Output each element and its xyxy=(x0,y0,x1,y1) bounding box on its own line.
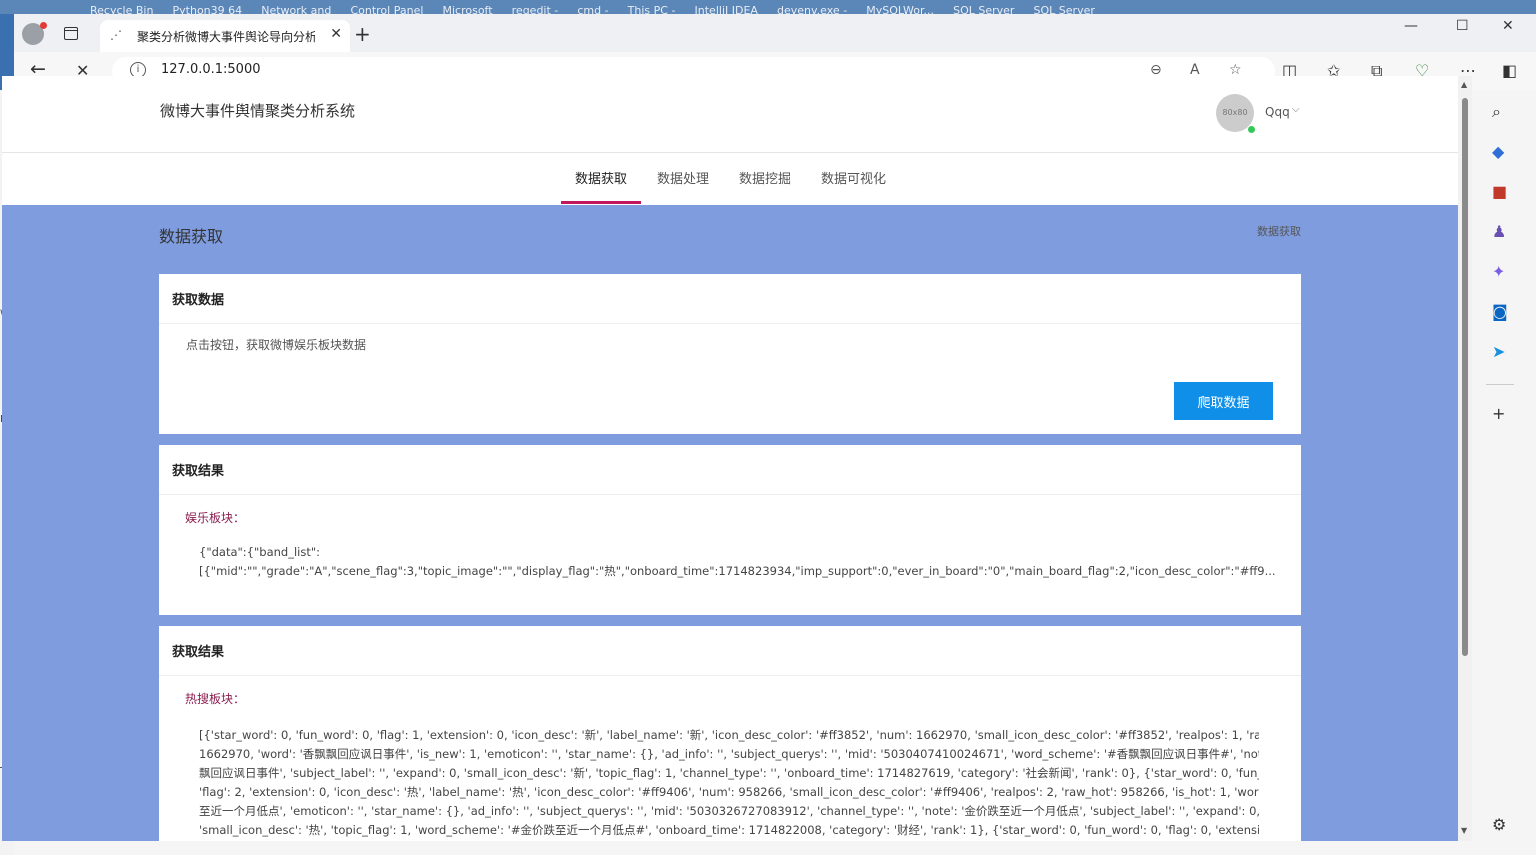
online-status-icon xyxy=(1247,125,1256,134)
card-title: 获取结果 xyxy=(172,645,225,660)
sidebar-toggle-icon[interactable]: ◧ xyxy=(1502,61,1517,80)
card-title: 获取结果 xyxy=(172,464,225,479)
tab-bar: ⋰ 聚类分析微博大事件舆论导向分析 ✕ + — ☐ ✕ xyxy=(14,14,1536,52)
result-line: 至近一个月低点', 'emoticon': '', 'star_name': {… xyxy=(199,804,1259,818)
add-icon[interactable]: + xyxy=(1492,404,1505,423)
active-nav-indicator xyxy=(561,201,641,204)
scroll-thumb[interactable] xyxy=(1462,98,1468,656)
result-text: {"data":{"band_list": [{"mid":"","grade"… xyxy=(199,543,1276,581)
username[interactable]: Qqq xyxy=(1265,105,1290,119)
desktop-taskbar-strip: Recycle Bin Python39 64 Network and Cont… xyxy=(0,0,1536,14)
result-line: [{'star_word': 0, 'fun_word': 0, 'flag':… xyxy=(199,728,1259,742)
url-text[interactable]: 127.0.0.1:5000 xyxy=(161,62,261,77)
entertainment-result-card: 获取结果 娱乐板块： {"data":{"band_list": [{"mid"… xyxy=(159,445,1301,615)
notification-dot-icon xyxy=(40,22,47,29)
sidebar-divider xyxy=(1486,384,1514,385)
search-icon[interactable]: ⌕ xyxy=(1492,102,1501,122)
fetch-data-card: 获取数据 点击按钮，获取微博娱乐板块数据 爬取数据 xyxy=(159,274,1301,434)
card-header xyxy=(159,274,1301,324)
card-title: 获取数据 xyxy=(172,293,225,308)
result-line: 飘回应讽日事件', 'subject_label': '', 'expand':… xyxy=(199,766,1259,780)
main-nav: 数据获取 数据处理 数据挖掘 数据可视化 xyxy=(2,153,1458,205)
desktop-item[interactable]: Recycle Bin xyxy=(90,4,153,14)
hot-search-result-card: 获取结果 热搜板块： [{'star_word': 0, 'fun_word':… xyxy=(159,626,1301,841)
desktop-item[interactable]: Control Panel xyxy=(350,4,423,14)
copilot-icon[interactable]: ✦ xyxy=(1492,262,1505,281)
nav-data-acquisition[interactable]: 数据获取 xyxy=(575,168,627,187)
desktop-item[interactable]: SQL Server xyxy=(1034,4,1095,14)
close-tab-icon[interactable]: ✕ xyxy=(330,26,342,42)
site-title: 微博大事件舆情聚类分析系统 xyxy=(160,102,356,120)
card-header xyxy=(159,445,1301,495)
desktop-item[interactable]: Microsoft xyxy=(442,4,492,14)
close-window-button[interactable]: ✕ xyxy=(1502,18,1514,34)
tab-actions-icon[interactable] xyxy=(64,27,78,40)
section-label: 热搜板块： xyxy=(185,692,246,706)
chevron-down-icon[interactable]: ⌵ xyxy=(1292,104,1300,115)
settings-gear-icon[interactable]: ⚙ xyxy=(1492,815,1506,834)
edge-sidebar: ⌕ ◆ ■ ♟ ✦ ◙ ➤ + ⚙ xyxy=(1478,90,1522,855)
crawl-data-button[interactable]: 爬取数据 xyxy=(1174,382,1273,420)
result-text: [{'star_word': 0, 'fun_word': 0, 'flag':… xyxy=(199,726,1259,840)
card-header xyxy=(159,626,1301,676)
breadcrumb[interactable]: 数据获取 xyxy=(1257,223,1301,239)
scroll-up-icon[interactable]: ▲ xyxy=(1461,80,1467,89)
result-line: 'flag': 2, 'extension': 0, 'icon_desc': … xyxy=(199,785,1259,799)
page-title: 数据获取 xyxy=(159,227,224,246)
desktop-item[interactable]: cmd - xyxy=(577,4,608,14)
send-icon[interactable]: ➤ xyxy=(1492,342,1505,361)
desktop-item[interactable]: This PC - xyxy=(628,4,676,14)
result-line: [{"mid":"","grade":"A","scene_flag":3,"t… xyxy=(199,564,1276,578)
shopping-tag-icon[interactable]: ◆ xyxy=(1492,142,1504,161)
maximize-button[interactable]: ☐ xyxy=(1456,18,1469,34)
active-tab[interactable]: ⋰ 聚类分析微博大事件舆论导向分析 ✕ xyxy=(100,20,350,52)
nav-data-mining[interactable]: 数据挖掘 xyxy=(739,168,791,187)
scroll-down-icon[interactable]: ▼ xyxy=(1461,826,1467,835)
new-tab-icon[interactable]: + xyxy=(354,22,371,46)
tools-icon[interactable]: ■ xyxy=(1492,182,1507,201)
desktop-item[interactable]: regedit - xyxy=(512,4,559,14)
site-header: 微博大事件舆情聚类分析系统 80x80 Qqq ⌵ xyxy=(2,76,1458,153)
minimize-button[interactable]: — xyxy=(1404,18,1418,34)
games-icon[interactable]: ♟ xyxy=(1492,222,1506,241)
section-label: 娱乐板块： xyxy=(185,511,246,525)
desktop-item[interactable]: Network and xyxy=(261,4,331,14)
spinner-icon: ⋰ xyxy=(110,28,122,42)
card-description: 点击按钮，获取微博娱乐板块数据 xyxy=(186,338,367,352)
nav-data-visualization[interactable]: 数据可视化 xyxy=(821,168,886,187)
desktop-item[interactable]: Python39 64 xyxy=(173,4,243,14)
desktop-item[interactable]: SQL Server xyxy=(953,4,1014,14)
tab-title: 聚类分析微博大事件舆论导向分析 xyxy=(137,30,315,44)
web-page: 微博大事件舆情聚类分析系统 80x80 Qqq ⌵ 数据获取 数据处理 数据挖掘… xyxy=(2,76,1458,841)
desktop-item[interactable]: devenv.exe - xyxy=(777,4,847,14)
result-line: 'small_icon_desc': '热', 'topic_flag': 1,… xyxy=(199,823,1259,837)
result-line: {"data":{"band_list": xyxy=(199,545,321,559)
desktop-item[interactable]: IntelliJ IDEA xyxy=(695,4,758,14)
desktop-item[interactable]: MySQLWor... xyxy=(866,4,934,14)
nav-data-processing[interactable]: 数据处理 xyxy=(657,168,709,187)
result-line: 1662970, 'word': '香飘飘回应讽日事件', 'is_new': … xyxy=(199,747,1259,761)
outlook-icon[interactable]: ◙ xyxy=(1492,302,1508,321)
page-scrollbar[interactable]: ▲ ▼ xyxy=(1458,76,1472,841)
